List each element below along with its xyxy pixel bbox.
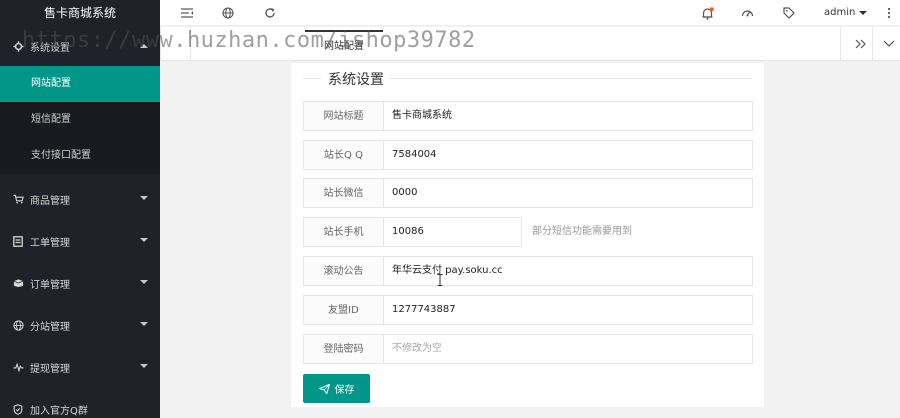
sidebar-item-website-config[interactable]: 网站配置 xyxy=(0,66,160,102)
sidebar-group-label: 商品管理 xyxy=(30,195,70,207)
sidebar-toggle-icon[interactable] xyxy=(180,6,194,20)
form-row-announcement: 滚动公告 年华云支付 pay.soku.cc xyxy=(303,256,753,286)
tabs-bar: 网站配置 xyxy=(160,27,900,61)
sidebar-submenu: 网站配置 短信配置 支付接口配置 xyxy=(0,66,160,174)
bell-icon[interactable] xyxy=(700,6,714,20)
sidebar-group-system-settings[interactable]: 系统设置 xyxy=(0,26,160,66)
wechat-input[interactable]: 0000 xyxy=(383,178,753,208)
sidebar-group-orders[interactable]: 订单管理 xyxy=(0,262,160,304)
chevron-down-icon[interactable] xyxy=(859,11,867,15)
cart-icon xyxy=(12,193,24,205)
field-label: 滚动公告 xyxy=(303,256,383,286)
sidebar-group-substations[interactable]: 分站管理 xyxy=(0,304,160,346)
qq-input[interactable]: 7584004 xyxy=(383,140,753,170)
save-button[interactable]: 保存 xyxy=(303,374,370,403)
divider xyxy=(160,27,161,61)
gear-icon xyxy=(12,40,24,52)
field-label: 登陆密码 xyxy=(303,334,383,364)
sidebar-group-tickets[interactable]: 工单管理 xyxy=(0,220,160,262)
tab-website-config[interactable]: 网站配置 xyxy=(305,30,383,60)
globe-icon xyxy=(12,319,24,331)
sidebar-group-label: 工单管理 xyxy=(30,237,70,249)
send-icon xyxy=(318,383,330,394)
sidebar-item-payment-config[interactable]: 支付接口配置 xyxy=(0,138,160,174)
chevron-down-icon xyxy=(140,280,148,284)
chevron-down-icon xyxy=(140,238,148,242)
divider xyxy=(872,27,873,61)
divider xyxy=(840,27,841,61)
shield-icon xyxy=(12,403,24,415)
chevron-up-icon xyxy=(140,44,148,48)
sidebar-group-withdrawals[interactable]: 提现管理 xyxy=(0,346,160,388)
field-label: 友盟ID xyxy=(303,295,383,325)
divider xyxy=(389,78,751,79)
refresh-icon[interactable] xyxy=(263,6,277,20)
tag-icon[interactable] xyxy=(782,6,796,20)
double-chevron-right-icon[interactable] xyxy=(854,37,868,51)
field-label: 网站标题 xyxy=(303,101,383,131)
form-row-site-title: 网站标题 售卡商城系统 xyxy=(303,101,753,131)
sidebar-group-join-qq[interactable]: 加入官方Q群 xyxy=(0,388,160,418)
top-header: admin xyxy=(160,0,900,26)
dashboard-icon[interactable] xyxy=(740,6,754,20)
form-legend: 系统设置 xyxy=(324,69,388,89)
sidebar-item-sms-config[interactable]: 短信配置 xyxy=(0,102,160,138)
password-input[interactable]: 不修改为空 xyxy=(383,334,753,364)
form-row-umeng: 友盟ID 1277743887 xyxy=(303,295,753,325)
form-row-wechat: 站长微信 0000 xyxy=(303,178,753,208)
form-row-password: 登陆密码 不修改为空 xyxy=(303,334,753,364)
phone-help-text: 部分短信功能需要用到 xyxy=(532,226,632,237)
form-row-qq: 站长Q Q 7584004 xyxy=(303,140,753,170)
ticket-icon xyxy=(12,235,24,247)
sidebar-group-products[interactable]: 商品管理 xyxy=(0,178,160,220)
user-menu[interactable]: admin xyxy=(824,7,855,18)
brand-title: 售卡商城系统 xyxy=(43,6,116,20)
chevron-down-icon xyxy=(140,364,148,368)
divider xyxy=(303,78,321,79)
globe-icon[interactable] xyxy=(221,6,235,20)
more-vertical-icon[interactable] xyxy=(882,6,896,20)
field-label: 站长手机 xyxy=(303,217,383,247)
divider xyxy=(190,27,191,61)
phone-input[interactable]: 10086 xyxy=(383,217,522,247)
box-icon xyxy=(12,277,24,289)
sidebar: 售卡商城系统 系统设置 网站配置 短信配置 支付接口配置 商品管理 工单管理 订… xyxy=(0,0,160,418)
notification-badge xyxy=(709,6,714,11)
sidebar-group-label: 加入官方Q群 xyxy=(30,405,88,417)
umeng-id-input[interactable]: 1277743887 xyxy=(383,295,753,325)
chevron-down-icon xyxy=(140,196,148,200)
chevron-down-icon xyxy=(140,322,148,326)
sidebar-group-label: 系统设置 xyxy=(30,42,70,54)
field-label: 站长微信 xyxy=(303,178,383,208)
chart-icon xyxy=(12,361,24,373)
chevron-down-icon[interactable] xyxy=(882,37,896,51)
form-row-phone: 站长手机 10086 部分短信功能需要用到 xyxy=(303,217,632,247)
sidebar-group-label: 订单管理 xyxy=(30,279,70,291)
site-title-input[interactable]: 售卡商城系统 xyxy=(383,101,753,131)
text-cursor-icon xyxy=(437,274,443,286)
sidebar-group-label: 提现管理 xyxy=(30,363,70,375)
field-label: 站长Q Q xyxy=(303,140,383,170)
save-button-label: 保存 xyxy=(334,385,355,396)
sidebar-group-label: 分站管理 xyxy=(30,321,70,333)
